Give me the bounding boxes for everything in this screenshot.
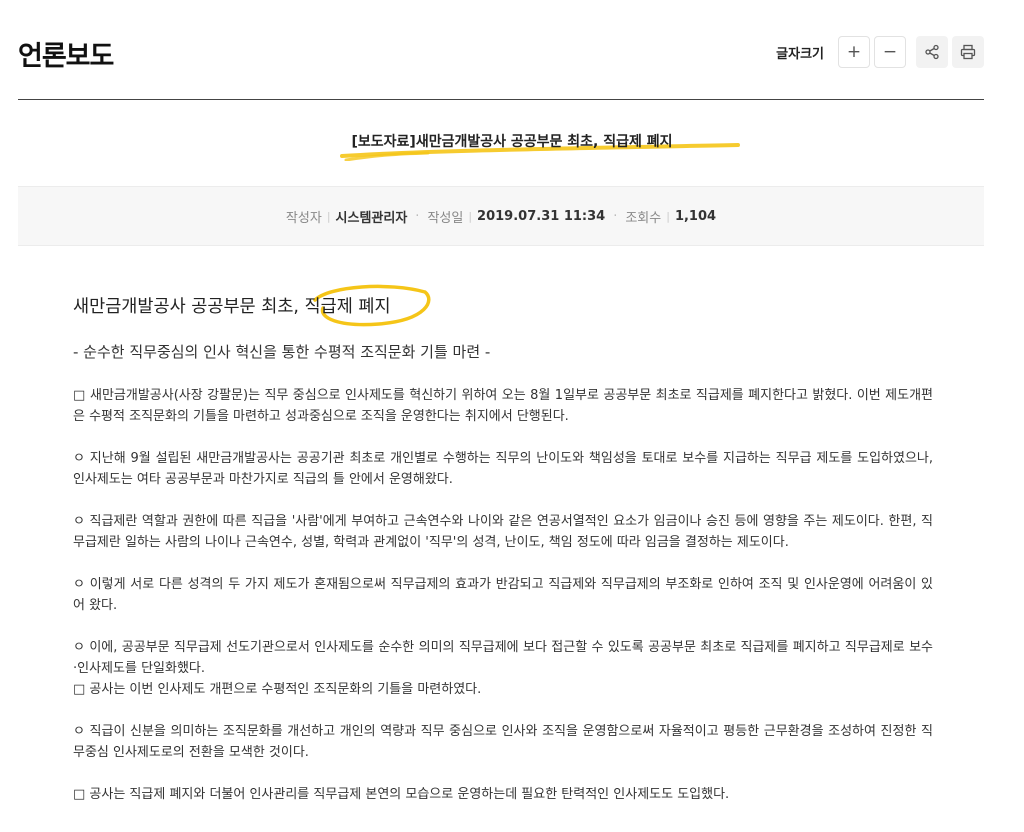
article-meta: 작성자 | 시스템관리자 · 작성일 | 2019.07.31 11:34 · … [18,186,984,246]
separator: | [326,209,331,223]
toolbar: 글자크기 + − [776,36,984,68]
dot-separator: · [415,208,420,224]
font-decrease-button[interactable]: − [874,36,906,68]
paragraph: ㅇ 이렇게 서로 다른 성격의 두 가지 제도가 혼재됨으로써 직무급제의 효과… [73,577,933,613]
date-value: 2019.07.31 11:34 [477,208,606,224]
plus-icon: + [846,42,862,62]
headline-text: 새만금개발공사 공공부문 최초, 직급제 폐지 [73,297,391,317]
paragraph: ㅇ 직급제란 역할과 권한에 따른 직급을 '사람'에게 부여하고 근속연수와 … [73,514,933,550]
page-header: 언론보도 글자크기 + − [18,28,984,78]
share-button[interactable] [916,36,948,68]
article-body: 새만금개발공사 공공부문 최초, 직급제 폐지 - 순수한 직무중심의 인사 혁… [73,284,933,805]
paragraph: ㅇ 이에, 공공부문 직무급제 선도기관으로서 인사제도를 순수한 의미의 직무… [73,640,933,676]
print-icon [960,44,976,60]
paragraph: □ 공사는 이번 인사제도 개편으로 수평적인 조직문화의 기틀을 마련하였다. [73,682,482,697]
author-label: 작성자 [285,210,322,226]
paragraph: □ 새만금개발공사(사장 강팔문)는 직무 중심으로 인사제도를 혁신하기 위하… [73,388,933,424]
article-subheadline: - 순수한 직무중심의 인사 혁신을 통한 수평적 조직문화 기틀 마련 - [73,343,491,361]
share-icon [925,44,939,60]
article-title-wrap: [보도자료]새만금개발공사 공공부문 최초, 직급제 폐지 [0,131,1024,161]
paragraph: ㅇ 직급이 신분을 의미하는 조직문화를 개선하고 개인의 역량과 직무 중심으… [73,724,933,760]
paragraph: ㅇ 지난해 9월 설립된 새만금개발공사는 공공기관 최초로 개인별로 수행하는… [73,451,933,487]
font-size-label: 글자크기 [776,46,824,62]
header-divider [18,99,984,100]
author-value: 시스템관리자 [335,210,408,226]
dot-separator: · [613,208,618,224]
print-button[interactable] [952,36,984,68]
article-title: [보도자료]새만금개발공사 공공부문 최초, 직급제 폐지 [339,131,740,161]
views-value: 1,104 [674,208,717,224]
views-label: 조회수 [625,210,662,226]
font-increase-button[interactable]: + [838,36,870,68]
separator: | [666,209,670,223]
minus-icon: − [882,42,898,62]
date-label: 작성일 [427,210,464,226]
article-title-text: [보도자료]새만금개발공사 공공부문 최초, 직급제 폐지 [351,134,673,150]
press-release-page: 언론보도 글자크기 + − [보도자료]새만금개발공사 공공부문 최초, 직급제… [0,0,1024,832]
article-headline: 새만금개발공사 공공부문 최초, 직급제 폐지 [73,284,933,327]
page-title: 언론보도 [18,41,114,72]
paragraph: □ 공사는 직급제 폐지와 더불어 인사관리를 직무급제 본연의 모습으로 운영… [73,787,730,802]
separator: | [468,209,473,223]
